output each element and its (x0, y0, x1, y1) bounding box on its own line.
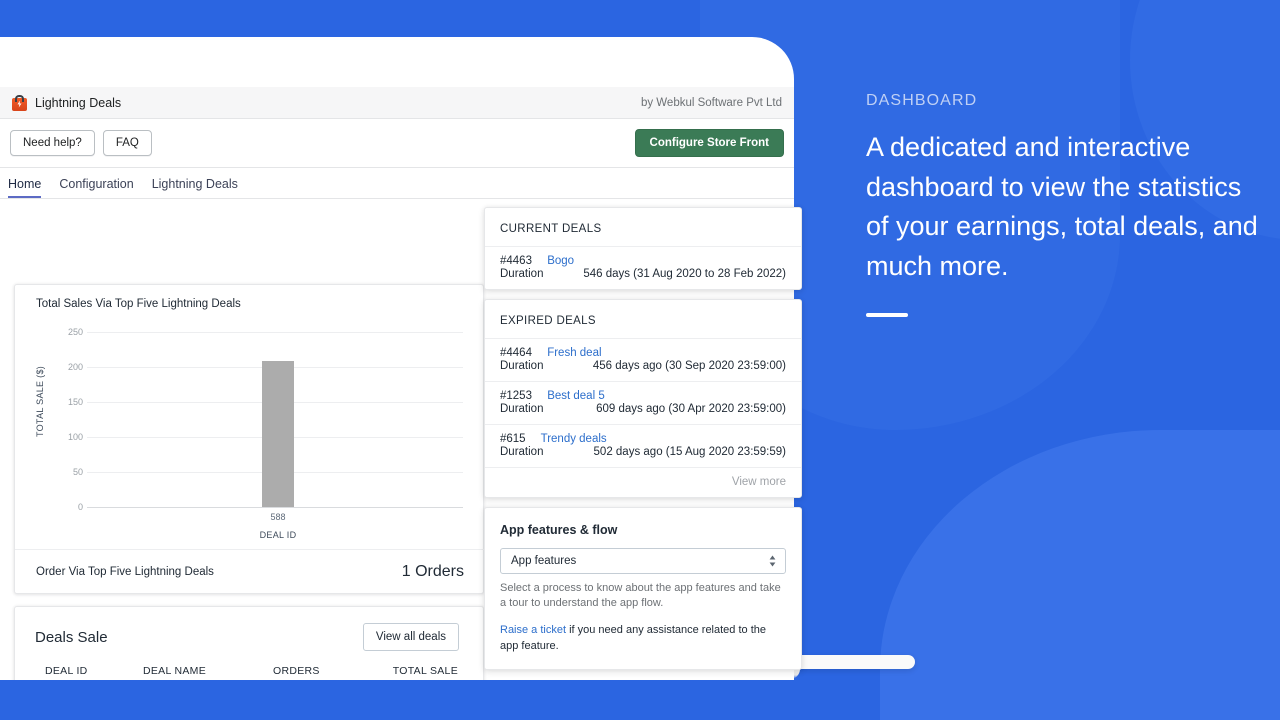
app-features-helper-text: Select a process to know about the app f… (500, 582, 781, 610)
tab-lightning-deals[interactable]: Lightning Deals (152, 177, 238, 199)
duration-label: Duration (500, 268, 544, 280)
orders-value: 1 Orders (401, 562, 464, 580)
screenshot-root: Lightning Deals by Webkul Software Pvt L… (0, 0, 1280, 720)
promo-kicker: DASHBOARD (866, 92, 978, 109)
expired-deal-id: #615 (500, 433, 526, 445)
app-bar: Lightning Deals by Webkul Software Pvt L… (0, 87, 794, 119)
current-deal-id: #4463 (500, 255, 532, 267)
raise-a-ticket-link[interactable]: Raise a ticket (500, 624, 566, 636)
expired-deal-duration: 456 days ago (30 Sep 2020 23:59:00) (592, 360, 786, 372)
app-vendor: by Webkul Software Pvt Ltd (640, 96, 782, 109)
chart-footer: Order Via Top Five Lightning Deals 1 Ord… (15, 549, 485, 593)
app-title: Lightning Deals (35, 95, 122, 110)
expired-deal-name-link[interactable]: Trendy deals (541, 433, 607, 445)
y-tick-0: 0 (77, 502, 83, 512)
view-more-button[interactable]: View more (485, 467, 801, 497)
tab-configuration[interactable]: Configuration (59, 177, 133, 199)
current-deals-title: CURRENT DEALS (500, 223, 602, 235)
col-deal-id: DEAL ID (15, 661, 143, 680)
duration-label: Duration (500, 446, 544, 458)
chart-title: Total Sales Via Top Five Lightning Deals (36, 298, 241, 310)
faq-button[interactable]: FAQ (102, 130, 152, 156)
table-header-row: DEAL ID DEAL NAME ORDERS TOTAL SALE (15, 661, 483, 680)
promo-divider (866, 312, 908, 317)
expired-deals-card: EXPIRED DEALS #4464 Fresh deal Duration … (484, 299, 802, 498)
nav-tabs: Home Configuration Lightning Deals (0, 168, 794, 199)
col-orders: ORDERS (273, 661, 373, 680)
action-toolbar: Need help? FAQ Configure Store Front (0, 119, 794, 168)
app-features-select[interactable]: App features (500, 548, 786, 574)
deals-sale-card: Deals Sale View all deals DEAL ID DEAL N… (14, 606, 484, 680)
expired-deal-duration: 609 days ago (30 Apr 2020 23:59:00) (596, 403, 786, 415)
chart-x-axis-label: DEAL ID (259, 530, 297, 540)
current-deal-duration: 546 days (31 Aug 2020 to 28 Feb 2022) (583, 268, 786, 280)
list-item: #4464 Fresh deal Duration 456 days ago (… (485, 338, 801, 381)
promo-panel: DASHBOARD A dedicated and interactive da… (866, 92, 1258, 317)
background-blob-lower (880, 430, 1280, 720)
deals-table: DEAL ID DEAL NAME ORDERS TOTAL SALE #588… (15, 661, 483, 680)
lightning-bag-icon (12, 94, 27, 111)
y-tick-200: 200 (67, 362, 83, 372)
configure-store-front-button[interactable]: Configure Store Front (634, 129, 784, 157)
deals-sale-title: Deals Sale (35, 628, 108, 646)
expired-deal-id: #4464 (500, 347, 532, 359)
app-features-select-value: App features (511, 555, 577, 567)
current-deals-card: CURRENT DEALS #4463 Bogo Duration 546 da… (484, 207, 802, 290)
col-total-sale: TOTAL SALE (373, 661, 483, 680)
expired-deal-id: #1253 (500, 390, 532, 402)
expired-deal-duration: 502 days ago (15 Aug 2020 23:59:59) (593, 446, 786, 458)
chevron-updown-icon (769, 555, 776, 567)
tab-home[interactable]: Home (8, 177, 42, 198)
right-rail: CURRENT DEALS #4463 Bogo Duration 546 da… (484, 207, 802, 679)
app-features-title: App features & flow (500, 523, 618, 537)
duration-label: Duration (500, 360, 544, 372)
duration-label: Duration (500, 403, 544, 415)
y-tick-100: 100 (67, 432, 83, 442)
expired-deal-name-link[interactable]: Fresh deal (547, 347, 601, 359)
deals-sale-header: Deals Sale View all deals (15, 607, 483, 651)
y-tick-250: 250 (67, 327, 83, 337)
list-item: #1253 Best deal 5 Duration 609 days ago … (485, 381, 801, 424)
need-help-button[interactable]: Need help? (10, 130, 95, 156)
y-tick-50: 50 (72, 467, 83, 477)
total-sales-chart-card: Total Sales Via Top Five Lightning Deals… (14, 284, 485, 594)
view-all-deals-button[interactable]: View all deals (362, 623, 459, 651)
app-features-card: App features & flow App features Select … (484, 507, 802, 670)
orders-label: Order Via Top Five Lightning Deals (36, 565, 214, 578)
x-tick-588: 588 (270, 512, 286, 522)
expired-deals-title: EXPIRED DEALS (500, 315, 596, 327)
list-item: #615 Trendy deals Duration 502 days ago … (485, 424, 801, 467)
promo-headline: A dedicated and interactive dashboard to… (866, 132, 1258, 282)
col-deal-name: DEAL NAME (143, 661, 273, 680)
current-deal-name-link[interactable]: Bogo (547, 255, 574, 267)
y-tick-150: 150 (67, 397, 83, 407)
bar-chart: TOTAL SALE ($) 250 200 150 100 50 0 588 … (15, 319, 485, 549)
bar-deal-588 (262, 360, 294, 507)
expired-deal-name-link[interactable]: Best deal 5 (547, 390, 605, 402)
chart-y-axis-label: TOTAL SALE ($) (35, 365, 45, 437)
list-item: #4463 Bogo Duration 546 days (31 Aug 202… (485, 246, 801, 289)
raise-ticket-text: Raise a ticket if you need any assistanc… (485, 611, 801, 666)
